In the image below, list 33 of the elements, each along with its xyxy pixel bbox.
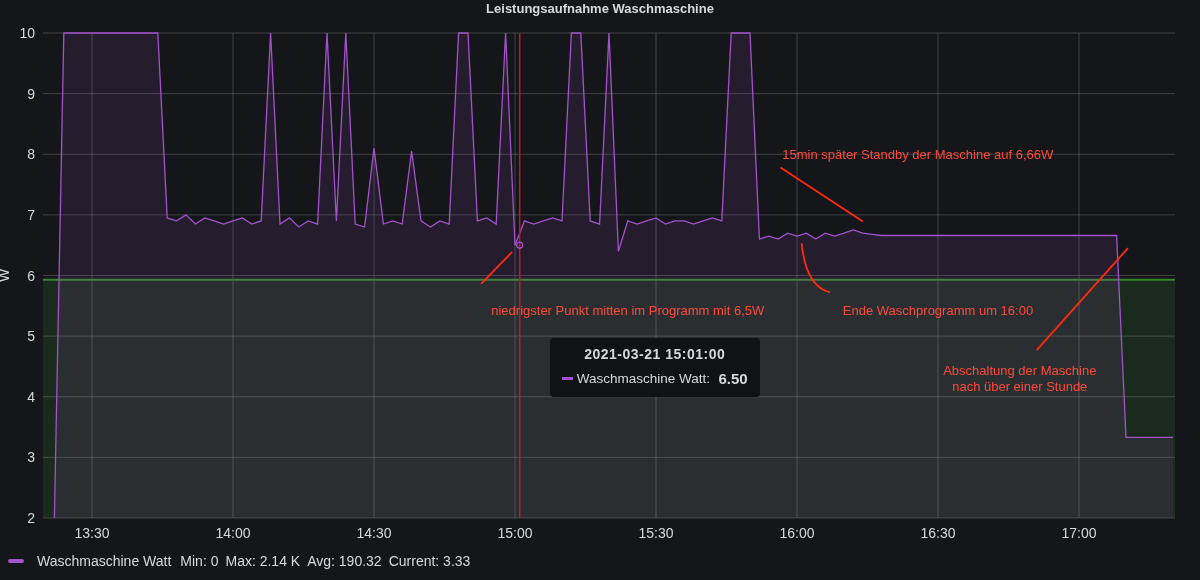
y-tick-label: 10	[19, 25, 35, 41]
x-tick-label: 16:30	[920, 525, 956, 541]
leader-line	[800, 242, 831, 294]
annotation-text: Abschaltung der Maschine nach über einer Stunde	[943, 363, 1097, 395]
y-axis-label: W	[0, 268, 12, 283]
y-tick-label: 6	[27, 267, 35, 284]
x-tick-label: 15:00	[497, 525, 533, 541]
y-tick-label: 2	[27, 510, 35, 526]
x-tick-label: 13:30	[74, 525, 110, 541]
legend-stat: Current: 3.33	[388, 553, 471, 569]
tooltip-time: 2021-03-21 15:01:00	[583, 346, 727, 362]
legend-swatch-icon	[8, 559, 24, 563]
legend-stat: Min: 0	[180, 553, 219, 569]
y-tick-label: 8	[27, 146, 35, 163]
x-tick-label: 15:30	[638, 525, 674, 541]
y-tick-label: 3	[27, 449, 35, 466]
legend-stat: Max: 2.14 K	[225, 553, 301, 569]
y-tick-label: 5	[27, 328, 35, 345]
annotation-text: 15min später Standby der Maschine auf 6,66W	[782, 147, 1054, 163]
y-tick-label: 7	[27, 206, 35, 223]
x-tick-label: 14:30	[356, 525, 392, 541]
tooltip-value: 6.50	[718, 370, 748, 387]
x-tick-label: 14:00	[215, 525, 251, 541]
legend-stat: Avg: 190.32	[307, 553, 382, 569]
legend-series-name[interactable]: Waschmaschine Watt	[37, 553, 172, 569]
tooltip-series: Waschmaschine Watt:	[576, 371, 710, 386]
y-tick-label: 4	[27, 388, 35, 405]
y-tick-label: 9	[27, 85, 35, 102]
annotation-text: Ende Waschprogramm um 16:00	[842, 303, 1034, 319]
panel-title: Leistungsaufnahme Waschmaschine	[486, 0, 714, 18]
x-tick-label: 17:00	[1061, 525, 1097, 541]
leader-line	[480, 250, 514, 285]
x-tick-label: 16:00	[779, 525, 815, 541]
